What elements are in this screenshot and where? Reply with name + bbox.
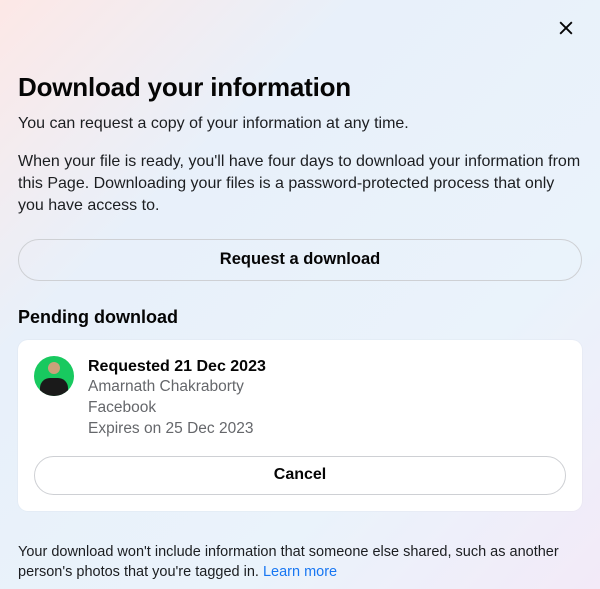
pending-section-heading: Pending download (18, 307, 582, 328)
cancel-button[interactable]: Cancel (34, 456, 566, 495)
page-title: Download your information (18, 72, 582, 103)
footer-text: Your download won't include information … (18, 543, 582, 582)
requested-date: Requested 21 Dec 2023 (88, 356, 566, 378)
request-download-button[interactable]: Request a download (18, 239, 582, 281)
expires-date: Expires on 25 Dec 2023 (88, 419, 566, 440)
learn-more-link[interactable]: Learn more (263, 564, 337, 580)
avatar (34, 356, 74, 396)
platform-name: Facebook (88, 398, 566, 419)
user-name: Amarnath Chakraborty (88, 377, 566, 398)
pending-download-card: Requested 21 Dec 2023 Amarnath Chakrabor… (18, 340, 582, 511)
close-button[interactable] (550, 12, 582, 44)
pending-info: Requested 21 Dec 2023 Amarnath Chakrabor… (88, 356, 566, 440)
subtitle-text: You can request a copy of your informati… (18, 113, 582, 135)
description-text: When your file is ready, you'll have fou… (18, 151, 582, 217)
close-icon (556, 18, 576, 38)
